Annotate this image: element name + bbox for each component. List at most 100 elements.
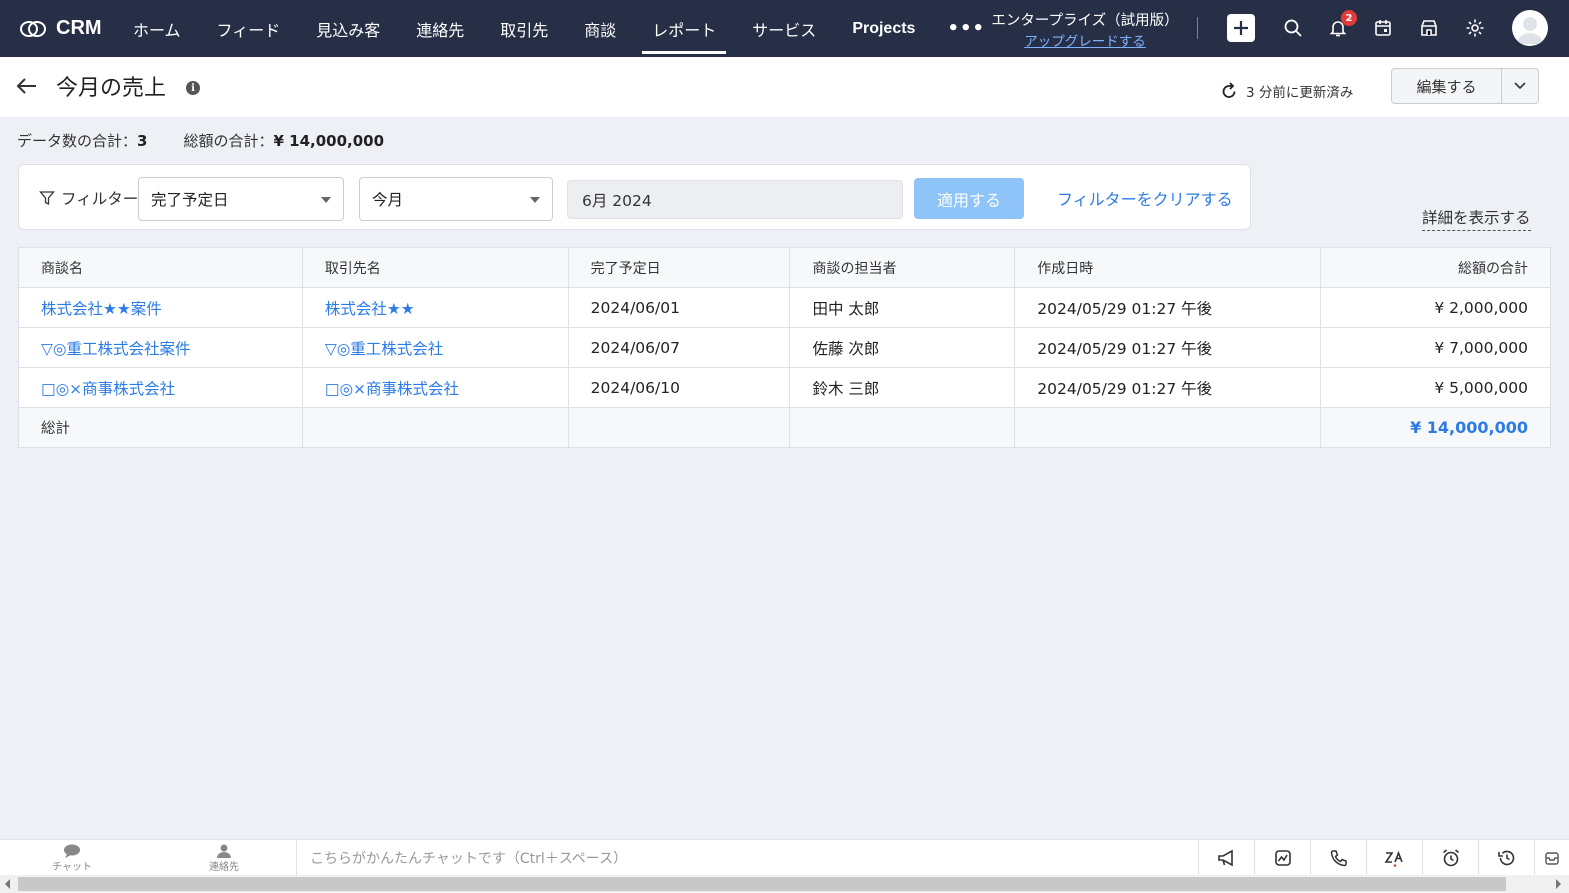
total-label: 総計	[18, 407, 303, 448]
col-created-time[interactable]: 作成日時	[1014, 247, 1322, 288]
table-header-row: 商談名 取引先名 完了予定日 商談の担当者 作成日時 総額の合計	[18, 247, 1551, 288]
store-icon	[1421, 20, 1437, 36]
report-summary: データ数の合計：3 総額の合計：¥ 14,000,000	[17, 130, 384, 151]
settings-button[interactable]	[1460, 13, 1490, 43]
nav-contacts[interactable]: 連絡先	[398, 0, 482, 57]
contacts-icon	[217, 844, 231, 858]
history-button[interactable]	[1478, 840, 1534, 876]
nav-services[interactable]: サービス	[734, 0, 834, 57]
zia-button[interactable]	[1366, 840, 1422, 876]
owner-cell: 田中 太郎	[789, 287, 1016, 328]
scroll-right-icon[interactable]	[1556, 879, 1561, 889]
account-name-link[interactable]: ▽◎重工株式会社	[301, 327, 569, 368]
history-icon	[1497, 850, 1514, 866]
calendar-icon	[1375, 20, 1391, 36]
scroll-thumb[interactable]	[18, 877, 1506, 891]
brand-name: CRM	[56, 17, 102, 39]
marketplace-button[interactable]	[1414, 13, 1444, 43]
zia-icon	[1384, 850, 1403, 867]
amount-cell: ¥ 5,000,000	[1320, 367, 1551, 408]
empty-cell	[301, 407, 569, 448]
deal-name-link[interactable]: 株式会社★★案件	[18, 287, 303, 328]
date-field[interactable]: 6月 2024	[567, 180, 903, 219]
nav-reports[interactable]: レポート	[634, 0, 734, 57]
report-header: 今月の売上 i 3 分前に更新済み 編集する	[0, 57, 1569, 117]
empty-cell	[789, 407, 1016, 448]
upgrade-link[interactable]: アップグレードする	[985, 30, 1185, 50]
col-total-amount[interactable]: 総額の合計	[1320, 247, 1551, 288]
col-close-date[interactable]: 完了予定日	[567, 247, 791, 288]
nav-accounts[interactable]: 取引先	[482, 0, 566, 57]
close-date-cell: 2024/06/07	[567, 327, 791, 368]
search-button[interactable]	[1278, 13, 1308, 43]
edition-info: エンタープライズ（試用版） アップグレードする	[985, 9, 1185, 50]
megaphone-icon	[1217, 849, 1233, 867]
amount-cell: ¥ 7,000,000	[1320, 327, 1551, 368]
nav-home[interactable]: ホーム	[115, 0, 199, 57]
deal-name-link[interactable]: □◎×商事株式会社	[18, 367, 303, 408]
clear-filter-link[interactable]: フィルターをクリアする	[1057, 186, 1233, 210]
show-details-link[interactable]: 詳細を表示する	[1422, 206, 1531, 231]
col-deal-name[interactable]: 商談名	[18, 247, 303, 288]
record-count: データ数の合計：3	[17, 132, 148, 150]
edition-name: エンタープライズ（試用版）	[991, 13, 1179, 29]
nav-feed[interactable]: フィード	[199, 0, 299, 57]
activity-chart-button[interactable]	[1254, 840, 1310, 876]
search-icon	[1284, 19, 1302, 37]
edit-button-group: 編集する	[1391, 68, 1539, 104]
refresh-status[interactable]: 3 分前に更新済み	[1220, 81, 1353, 101]
bottom-bar-divider	[296, 840, 297, 876]
phone-icon	[1330, 850, 1347, 867]
col-deal-owner[interactable]: 商談の担当者	[789, 247, 1016, 288]
table-row: 株式会社★★案件 株式会社★★ 2024/06/01 田中 太郎 2024/05…	[18, 287, 1551, 328]
top-navigation: CRM ホーム フィード 見込み客 連絡先 取引先 商談 レポート サービス P…	[0, 0, 1569, 57]
empty-cell	[567, 407, 791, 448]
edit-dropdown-button[interactable]	[1502, 69, 1538, 103]
total-amount: 総額の合計：¥ 14,000,000	[183, 132, 385, 150]
account-name-link[interactable]: □◎×商事株式会社	[301, 367, 569, 408]
brand[interactable]: CRM	[0, 17, 115, 40]
more-tools-button[interactable]	[1534, 840, 1568, 876]
amount-cell: ¥ 2,000,000	[1320, 287, 1551, 328]
refresh-icon	[1222, 82, 1236, 98]
apply-button[interactable]: 適用する	[914, 178, 1024, 219]
plus-icon	[1234, 21, 1248, 35]
filter-period-select[interactable]: 今月	[359, 177, 553, 221]
chevron-down-icon	[1514, 82, 1526, 90]
alarm-button[interactable]	[1422, 840, 1478, 876]
nav-links: ホーム フィード 見込み客 連絡先 取引先 商談 レポート サービス Proje…	[115, 0, 999, 57]
quick-chat-input[interactable]: こちらがかんたんチャットです（Ctrl＋スペース）	[310, 848, 627, 868]
table-row: ▽◎重工株式会社案件 ▽◎重工株式会社 2024/06/07 佐藤 次郎 202…	[18, 327, 1551, 368]
alarm-clock-icon	[1442, 849, 1459, 867]
nav-leads[interactable]: 見込み客	[298, 0, 398, 57]
edit-button[interactable]: 編集する	[1392, 69, 1502, 103]
horizontal-scrollbar[interactable]	[0, 875, 1569, 893]
col-account-name[interactable]: 取引先名	[301, 247, 569, 288]
grand-total-link[interactable]: ¥ 14,000,000	[1320, 407, 1551, 448]
info-icon[interactable]: i	[186, 81, 200, 95]
account-name-link[interactable]: 株式会社★★	[301, 287, 569, 328]
refresh-text: 3 分前に更新済み	[1246, 85, 1354, 101]
filter-field-select[interactable]: 完了予定日	[138, 177, 344, 221]
created-time-cell: 2024/05/29 01:27 午後	[1014, 327, 1322, 368]
back-arrow-icon[interactable]	[16, 77, 38, 95]
calendar-button[interactable]	[1368, 13, 1398, 43]
deal-name-link[interactable]: ▽◎重工株式会社案件	[18, 327, 303, 368]
nav-projects[interactable]: Projects	[834, 0, 933, 57]
create-button[interactable]	[1227, 14, 1255, 42]
announcement-button[interactable]	[1198, 840, 1254, 876]
caret-down-icon	[530, 197, 540, 203]
table-row: □◎×商事株式会社 □◎×商事株式会社 2024/06/10 鈴木 三郎 202…	[18, 367, 1551, 408]
bottom-toolbar	[1198, 840, 1568, 876]
close-date-cell: 2024/06/10	[567, 367, 791, 408]
chat-button[interactable]: チャット	[42, 844, 102, 873]
phone-button[interactable]	[1310, 840, 1366, 876]
created-time-cell: 2024/05/29 01:27 午後	[1014, 287, 1322, 328]
nav-deals[interactable]: 商談	[566, 0, 634, 57]
scroll-left-icon[interactable]	[5, 879, 10, 889]
nav-divider	[1197, 17, 1198, 39]
crm-logo-icon	[20, 20, 46, 37]
chat-bubble-icon	[64, 844, 80, 858]
contacts-button[interactable]: 連絡先	[194, 844, 254, 873]
avatar[interactable]	[1512, 10, 1548, 46]
